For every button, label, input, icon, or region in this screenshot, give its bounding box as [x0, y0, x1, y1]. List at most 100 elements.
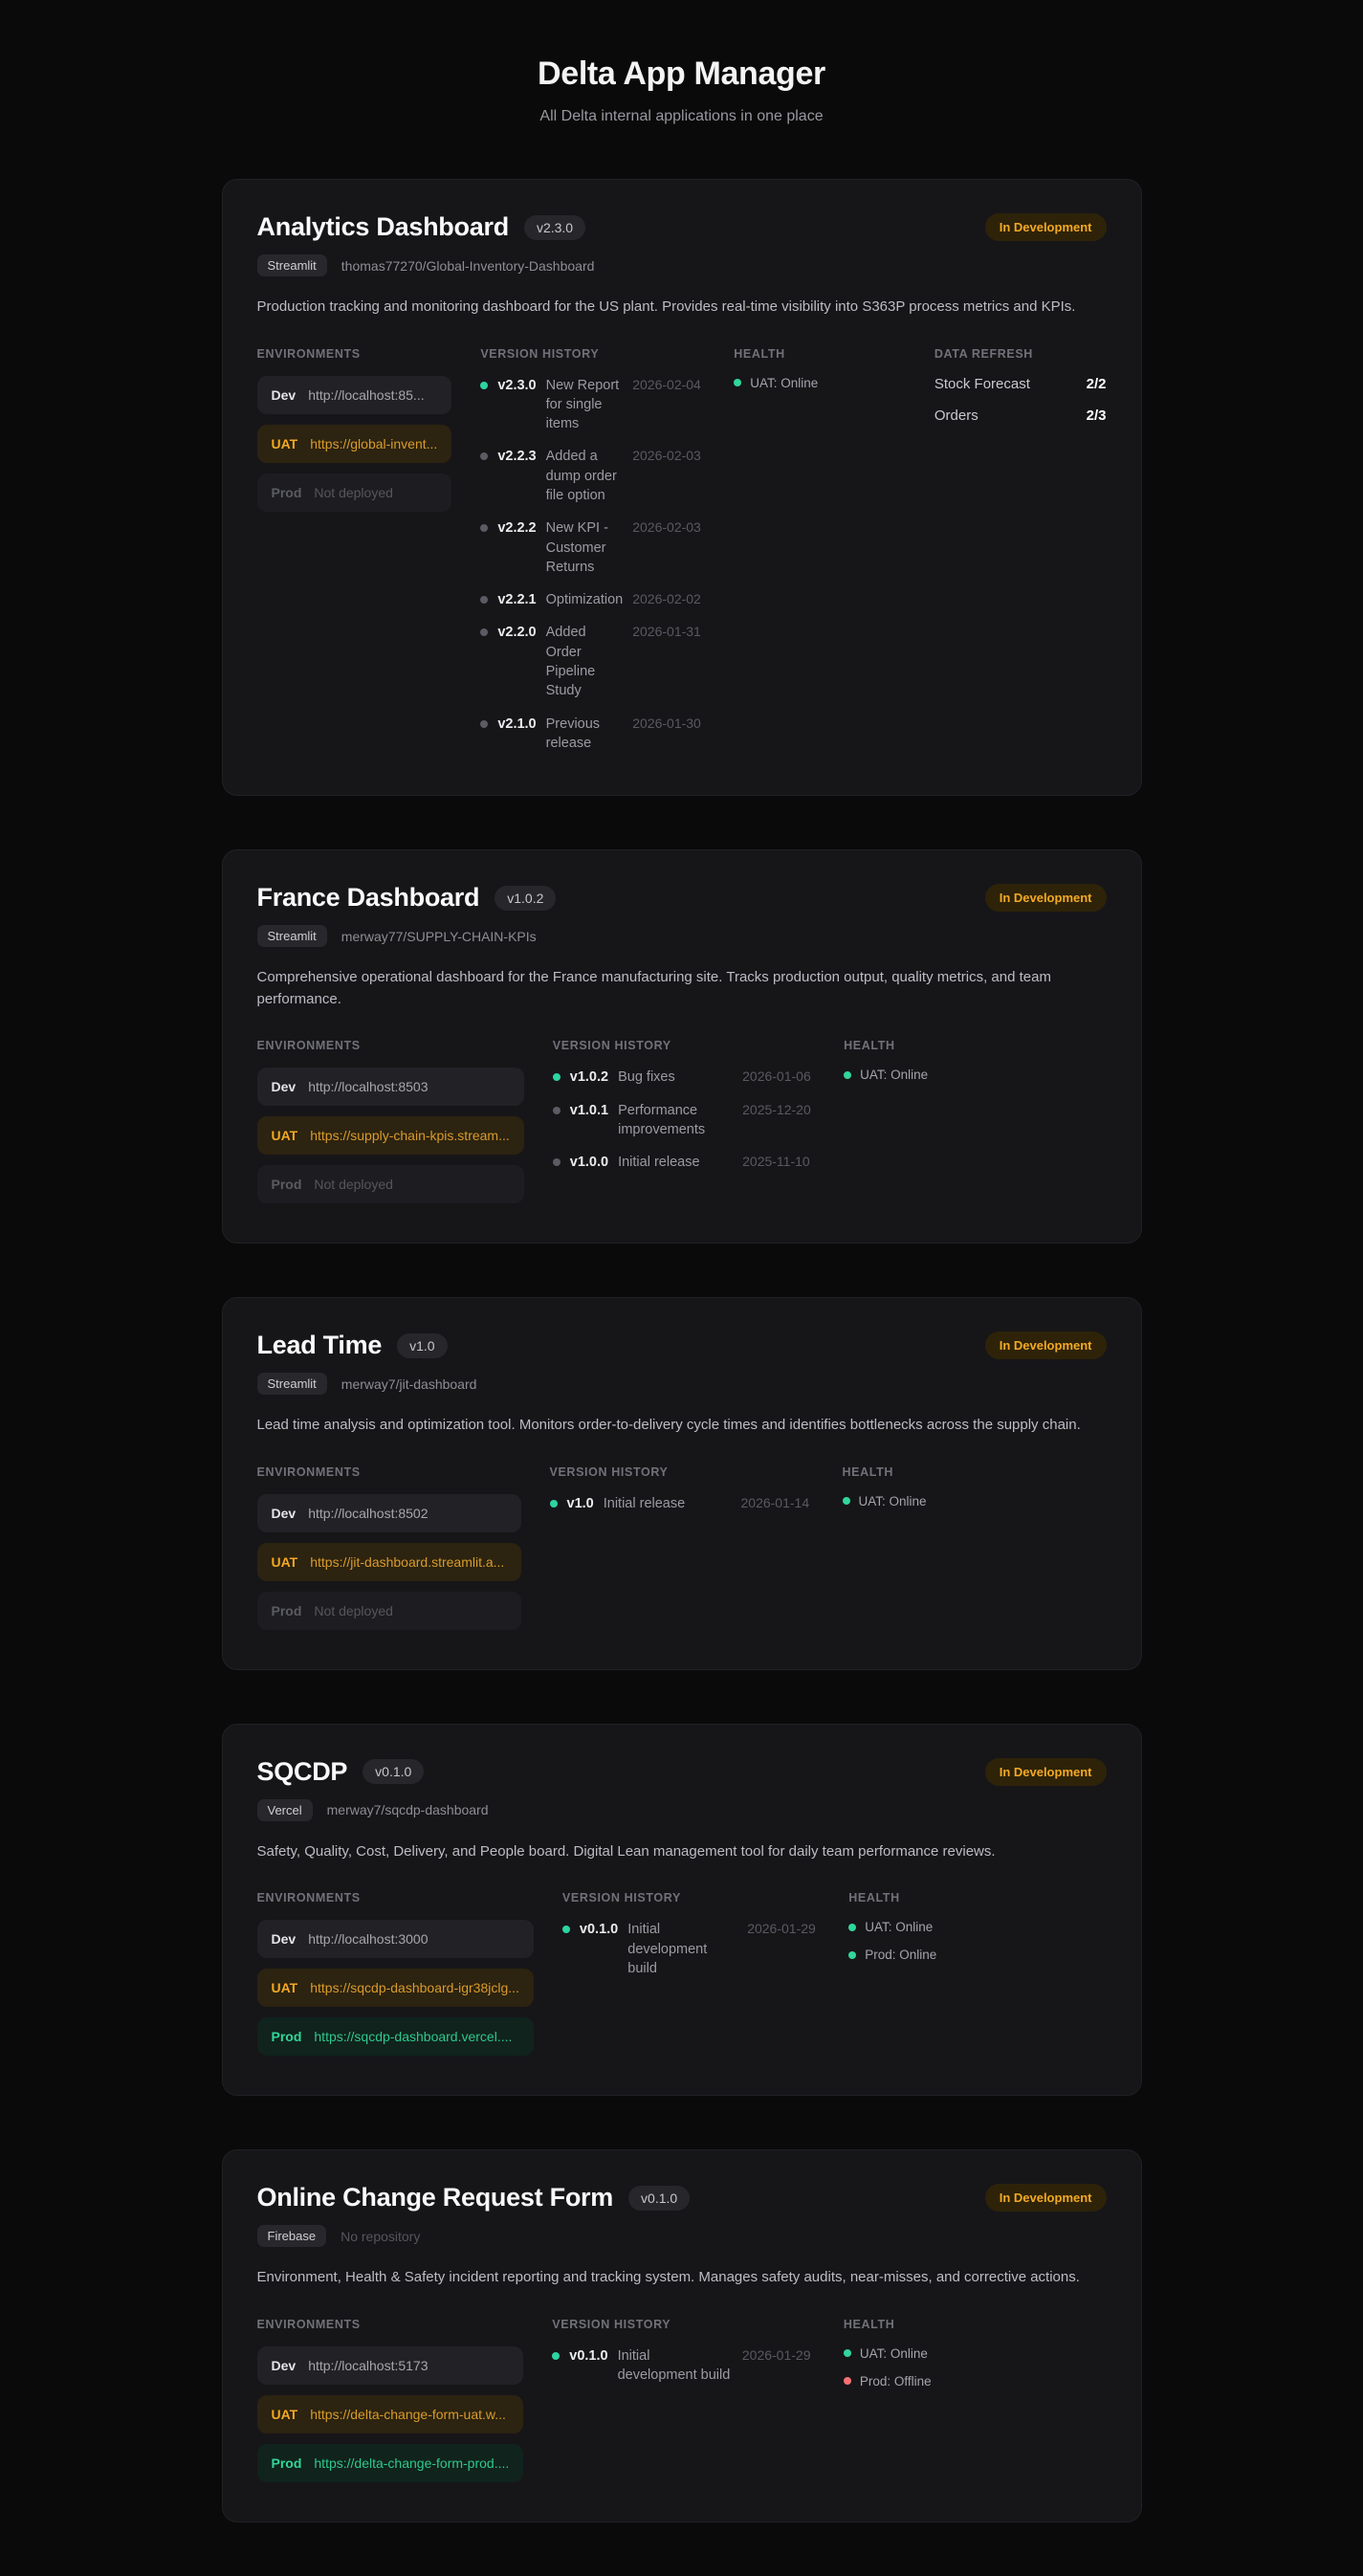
environment-url[interactable]: Not deployed	[314, 1603, 506, 1618]
environment-url[interactable]: https://delta-change-form-prod....	[314, 2455, 509, 2471]
version-note: Initial development build	[617, 2347, 731, 2384]
version-entry: v0.1.0 Initial development build 2026-01…	[561, 1920, 820, 1978]
status-badge: In Development	[984, 884, 1107, 913]
environment-url[interactable]: http://localhost:85...	[308, 387, 437, 403]
version-marker-icon	[552, 1073, 561, 1082]
app-detail-grid: ENVIRONMENTS Dev http://localhost:8502 U…	[256, 1464, 1107, 1640]
page-title: Delta App Manager	[538, 55, 825, 92]
environment-row[interactable]: Prod Not deployed	[256, 1165, 524, 1204]
environment-row[interactable]: Dev http://localhost:3000	[256, 1920, 534, 1959]
version-date: 2026-01-29	[747, 1921, 816, 1937]
version-marker-icon	[552, 1106, 561, 1114]
environment-url[interactable]: https://jit-dashboard.streamlit.a...	[310, 1554, 506, 1570]
environment-label: UAT	[271, 1553, 298, 1570]
environment-row[interactable]: Dev http://localhost:8503	[256, 1068, 524, 1107]
environment-label: UAT	[271, 1128, 298, 1144]
health-status-icon	[844, 1070, 852, 1079]
environment-row[interactable]: Prod Not deployed	[256, 1591, 521, 1630]
health-row: UAT: Online	[734, 376, 906, 390]
environment-url[interactable]: Not deployed	[314, 485, 437, 500]
environment-row[interactable]: Prod https://delta-change-form-prod....	[256, 2443, 524, 2482]
version-note: New Report for single items	[545, 377, 620, 432]
data-refresh-section: DATA REFRESH Stock Forecast 2/2 Orders 2…	[934, 347, 1107, 767]
environment-row[interactable]: UAT https://jit-dashboard.streamlit.a...	[256, 1542, 521, 1581]
app-description: Environment, Health & Safety incident re…	[256, 2269, 1080, 2286]
version-marker-icon	[549, 1499, 558, 1508]
app-description: Safety, Quality, Cost, Delivery, and Peo…	[256, 1842, 996, 1860]
data-refresh-value: 2/3	[1086, 407, 1107, 424]
version-marker-icon	[480, 596, 489, 605]
app-detail-grid: ENVIRONMENTS Dev http://localhost:85... …	[256, 347, 1107, 767]
version-history-header: VERSION HISTORY	[552, 1039, 671, 1053]
version-date: 2026-01-14	[740, 1494, 810, 1510]
status-badge: In Development	[984, 2184, 1107, 2213]
app-card-header: Online Change Request Form v0.1.0 In Dev…	[257, 2183, 1107, 2213]
environment-row[interactable]: Dev http://localhost:8502	[256, 1493, 521, 1532]
version-date: 2026-01-31	[632, 624, 701, 640]
version-date: 2025-12-20	[742, 1101, 811, 1117]
version-number: v2.2.3	[497, 449, 537, 465]
version-entry: v2.1.0 Previous release 2026-01-30	[480, 715, 705, 754]
health-status-label: UAT: Online	[860, 1068, 929, 1083]
version-note: Performance improvements	[618, 1102, 706, 1137]
environment-row[interactable]: UAT https://global-invent...	[256, 424, 452, 463]
repo-name: thomas77270/Global-Inventory-Dashboard	[341, 257, 595, 274]
environment-row[interactable]: Dev http://localhost:5173	[256, 2345, 524, 2385]
environment-url[interactable]: http://localhost:8502	[308, 1506, 506, 1521]
environments-section: ENVIRONMENTS Dev http://localhost:8502 U…	[256, 1464, 521, 1640]
health-header: HEALTH	[842, 1464, 894, 1479]
environment-row[interactable]: Prod https://sqcdp-dashboard.vercel....	[256, 2017, 534, 2057]
environment-url[interactable]: http://localhost:3000	[308, 1931, 519, 1947]
version-date: 2026-01-29	[741, 2346, 811, 2363]
environment-url[interactable]: https://supply-chain-kpis.stream...	[310, 1128, 510, 1143]
version-date: 2025-11-10	[742, 1154, 810, 1170]
environments-header: ENVIRONMENTS	[256, 1891, 361, 1905]
environment-url[interactable]: http://localhost:5173	[308, 2358, 509, 2373]
environment-url[interactable]: Not deployed	[314, 1177, 509, 1192]
health-status-icon	[848, 1923, 857, 1931]
app-version-badge: v0.1.0	[363, 1759, 425, 1785]
health-row: UAT: Online	[848, 1920, 1106, 1934]
repo-name: merway77/SUPPLY-CHAIN-KPIs	[341, 928, 537, 944]
repo-name: merway7/sqcdp-dashboard	[326, 1802, 489, 1818]
version-marker-icon	[480, 524, 489, 533]
platform-badge: Streamlit	[256, 925, 327, 948]
environment-url[interactable]: https://global-invent...	[310, 436, 437, 451]
status-badge: In Development	[984, 213, 1107, 241]
app-meta-row: Firebase No repository	[256, 2225, 1107, 2248]
environment-row[interactable]: UAT https://supply-chain-kpis.stream...	[256, 1116, 524, 1156]
environment-row[interactable]: Prod Not deployed	[256, 473, 452, 512]
environment-url[interactable]: https://sqcdp-dashboard-igr38jclg...	[310, 1980, 519, 1995]
app-meta-row: Streamlit merway7/jit-dashboard	[256, 1373, 1107, 1396]
environment-label: Dev	[271, 1931, 297, 1948]
status-badge: In Development	[984, 1332, 1107, 1360]
page-subtitle: All Delta internal applications in one p…	[539, 108, 824, 124]
app-title: SQCDP	[256, 1756, 348, 1786]
environment-row[interactable]: Dev http://localhost:85...	[256, 375, 452, 414]
environments-section: ENVIRONMENTS Dev http://localhost:8503 U…	[256, 1039, 524, 1214]
app-title: France Dashboard	[256, 883, 480, 913]
platform-badge: Streamlit	[256, 1373, 327, 1396]
environment-url[interactable]: https://sqcdp-dashboard.vercel....	[314, 2029, 519, 2044]
health-section: HEALTH UAT: Online Prod: Offline	[843, 2318, 1107, 2493]
data-refresh-row: Orders 2/3	[934, 407, 1107, 424]
data-refresh-label: Stock Forecast	[934, 375, 1030, 392]
version-date: 2026-02-02	[632, 591, 701, 607]
environments-header: ENVIRONMENTS	[256, 1464, 361, 1479]
repo-name: merway7/jit-dashboard	[341, 1376, 477, 1392]
environment-row[interactable]: UAT https://delta-change-form-uat.w...	[256, 2394, 524, 2433]
app-meta-row: Streamlit thomas77270/Global-Inventory-D…	[256, 254, 1107, 276]
health-status-icon	[734, 379, 742, 386]
app-detail-grid: ENVIRONMENTS Dev http://localhost:8503 U…	[256, 1039, 1107, 1214]
environment-url[interactable]: https://delta-change-form-uat.w...	[310, 2407, 509, 2422]
platform-badge: Firebase	[256, 2225, 327, 2248]
environment-url[interactable]: http://localhost:8503	[308, 1079, 510, 1094]
environment-row[interactable]: UAT https://sqcdp-dashboard-igr38jclg...	[256, 1969, 534, 2008]
data-refresh-row: Stock Forecast 2/2	[934, 376, 1107, 392]
environment-label: UAT	[271, 435, 298, 451]
app-card-header: France Dashboard v1.0.2 In Development	[257, 883, 1107, 913]
app-version-badge: v1.0.2	[495, 885, 557, 911]
version-marker-icon	[480, 719, 489, 728]
environments-section: ENVIRONMENTS Dev http://localhost:3000 U…	[256, 1891, 534, 2066]
version-entry: v2.2.1 Optimization 2026-02-02	[480, 590, 705, 609]
